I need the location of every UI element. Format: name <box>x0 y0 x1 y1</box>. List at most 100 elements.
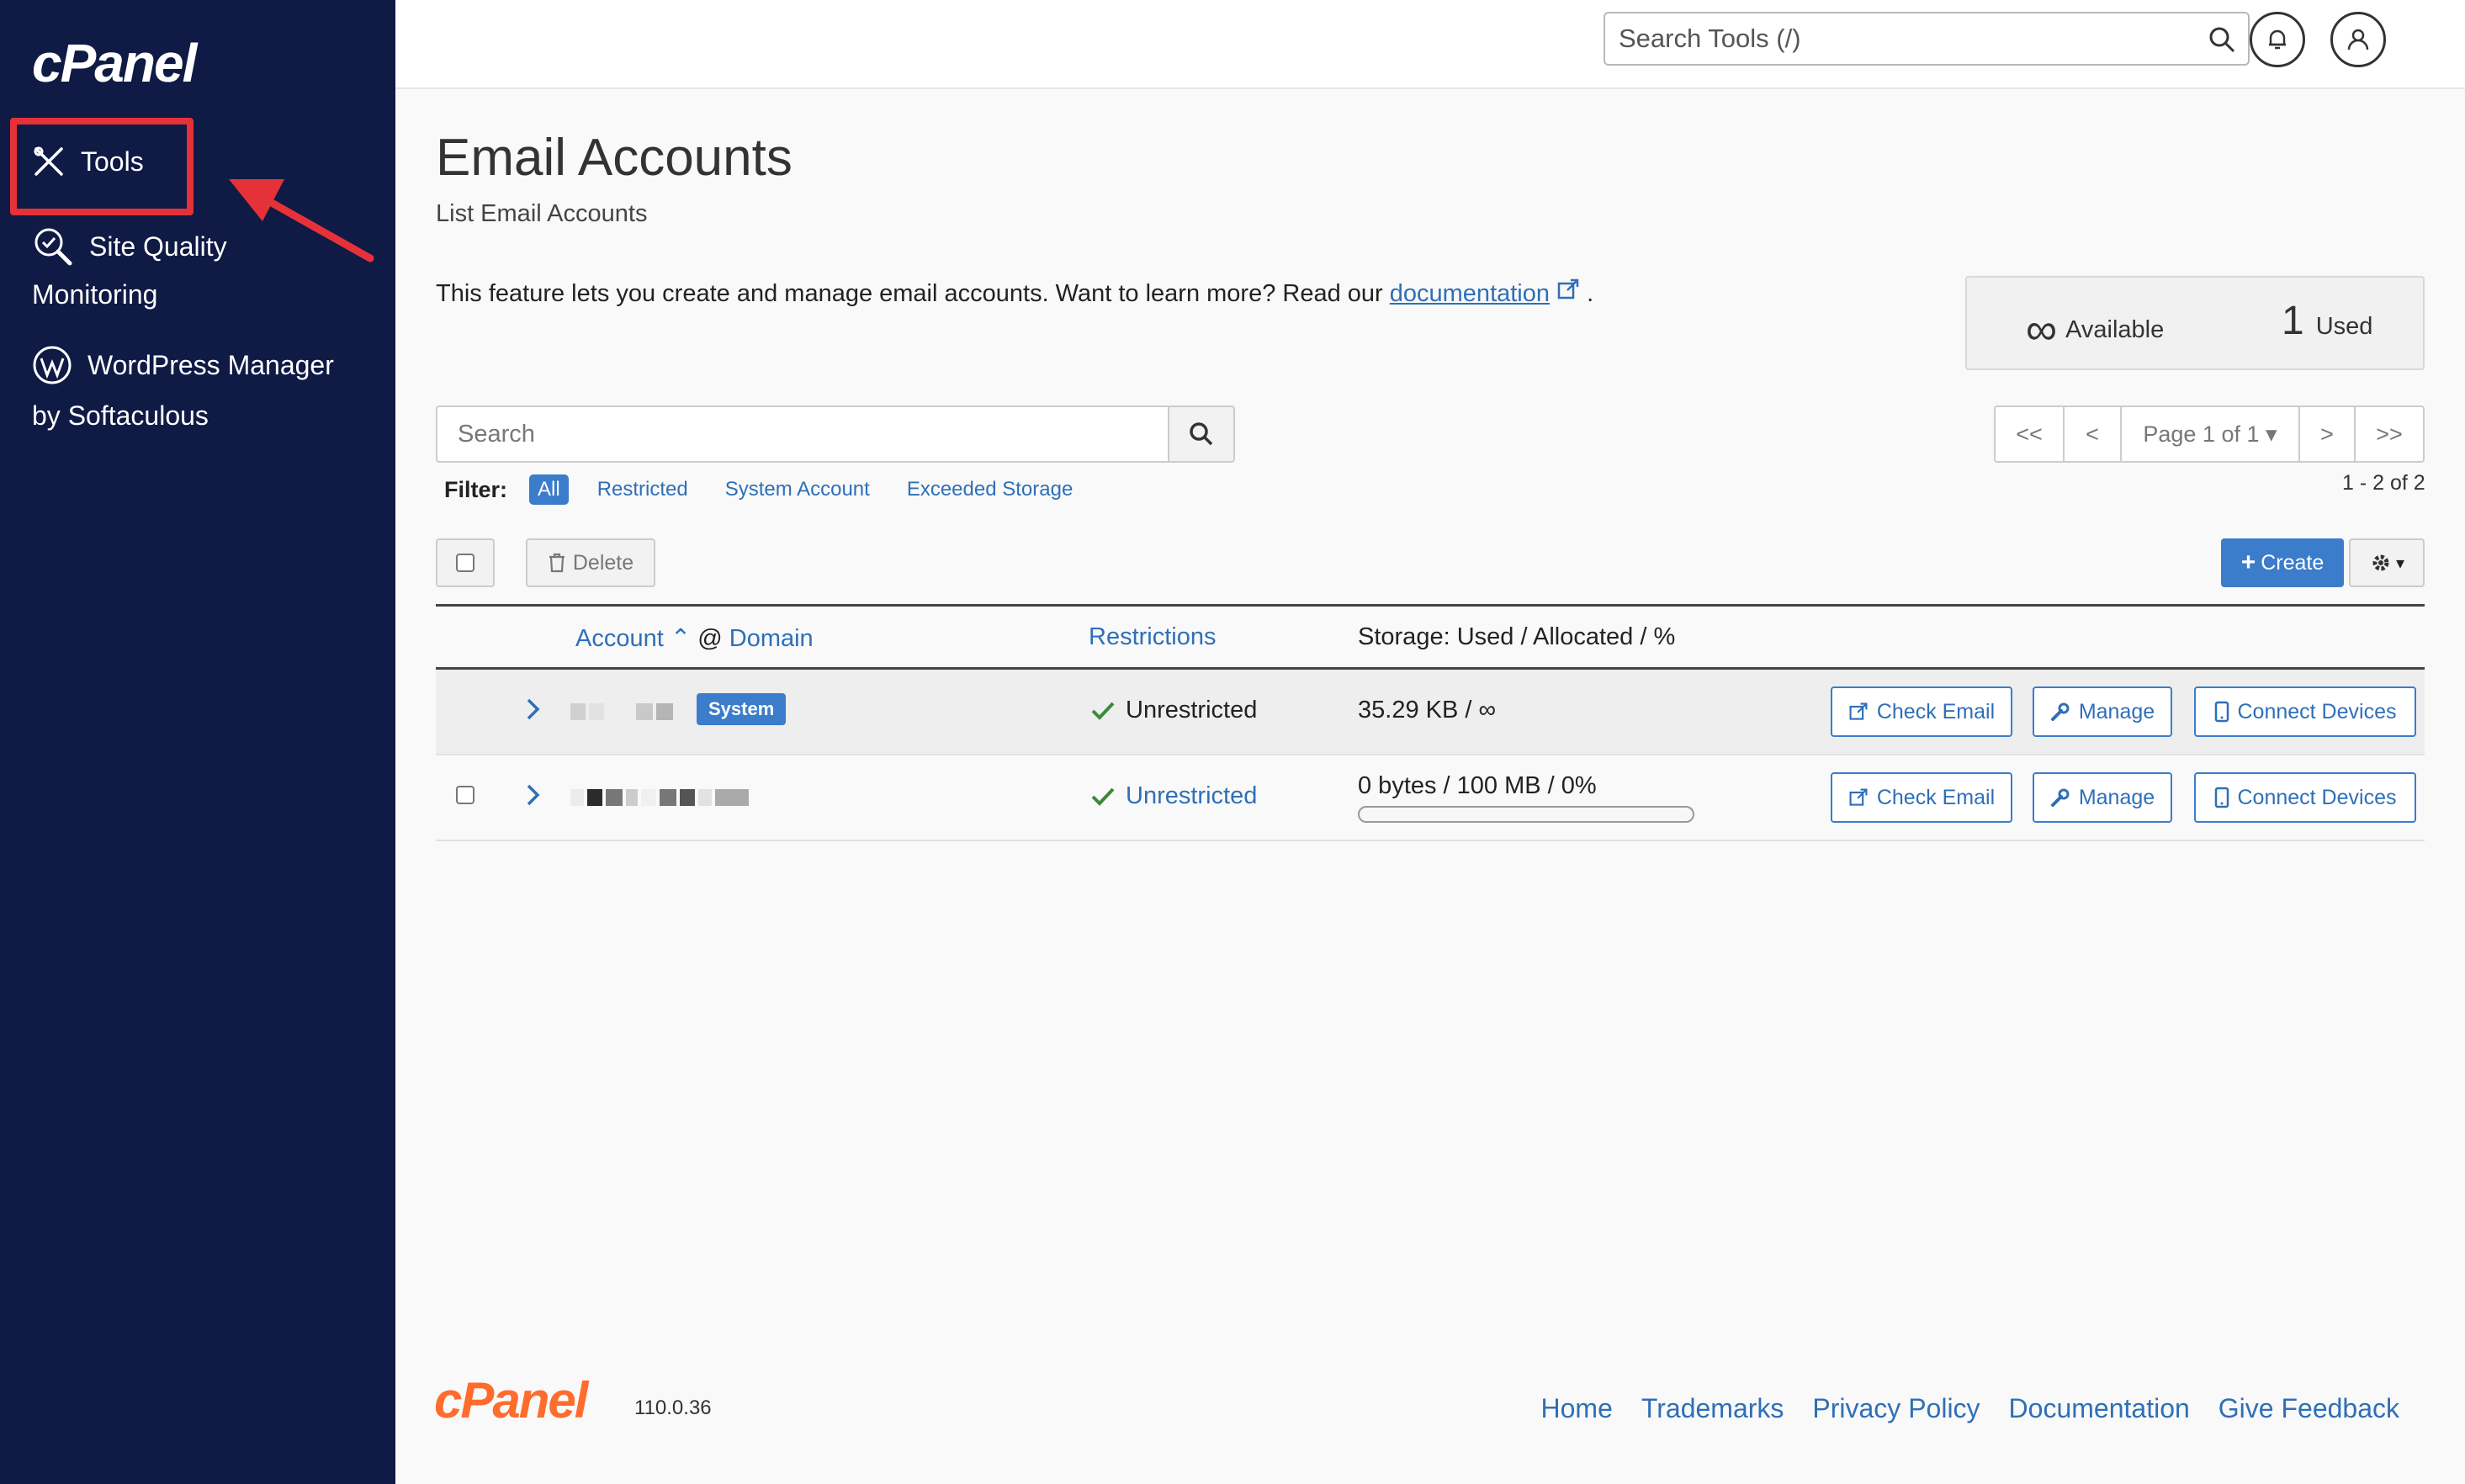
filter-label: Filter: <box>444 476 508 502</box>
footer-cpanel-logo[interactable]: cPanel <box>434 1371 588 1429</box>
available-stat: ∞ Available <box>2026 305 2164 355</box>
page-subtitle: List Email Accounts <box>436 200 648 227</box>
settings-dropdown-button[interactable]: ▾ <box>2349 538 2425 587</box>
redacted-account-name <box>570 703 676 720</box>
page-select[interactable]: Page 1 of 1 ▾ <box>2122 405 2300 463</box>
version-label: 110.0.36 <box>634 1397 712 1419</box>
search-tools-input[interactable]: Search Tools (/) <box>1604 12 2250 66</box>
manage-label: Manage <box>2078 785 2155 809</box>
connect-devices-button[interactable]: Connect Devices <box>2194 772 2416 823</box>
select-all-checkbox[interactable] <box>456 554 474 572</box>
system-badge: System <box>697 693 787 725</box>
table-header: Account ⌃ @ Domain Restrictions Storage:… <box>436 604 2425 670</box>
search-icon <box>1190 422 1213 446</box>
used-stat: 1 Used <box>2282 298 2372 344</box>
create-label: Create <box>2261 550 2325 575</box>
sidebar-item-tools[interactable]: Tools <box>32 145 144 178</box>
table-row: System Unrestricted 35.29 KB / ∞ Check E… <box>436 670 2425 755</box>
filter-bar: Filter: All Restricted System Account Ex… <box>444 474 1110 505</box>
trash-icon <box>549 553 565 573</box>
restriction-text: Unrestricted <box>1126 697 1258 723</box>
manage-button[interactable]: Manage <box>2033 772 2172 823</box>
sidebar-item-wordpress[interactable]: WordPress Manager <box>32 345 334 385</box>
cpanel-logo[interactable]: cPanel <box>32 32 197 94</box>
pagination: << < Page 1 of 1 ▾ > >> <box>1994 405 2425 463</box>
footer-link-documentation[interactable]: Documentation <box>2009 1393 2190 1424</box>
annotation-arrow-icon <box>229 179 374 262</box>
sidebar-item-label: Site Quality <box>89 231 227 262</box>
connect-devices-label: Connect Devices <box>2237 785 2397 809</box>
magnifier-check-icon <box>34 228 72 266</box>
feature-text: This feature lets you create and manage … <box>436 280 1383 307</box>
filter-all[interactable]: All <box>529 474 569 505</box>
row-checkbox[interactable] <box>456 786 474 804</box>
chevron-right-icon[interactable] <box>525 695 542 723</box>
connect-devices-label: Connect Devices <box>2237 699 2397 723</box>
sort-restrictions-link[interactable]: Restrictions <box>1089 623 1217 651</box>
check-email-label: Check Email <box>1876 699 1996 723</box>
stats-panel: ∞ Available 1 Used <box>1965 276 2425 370</box>
external-link-icon <box>1557 278 1579 299</box>
notifications-button[interactable] <box>2250 12 2305 67</box>
check-icon <box>1091 787 1115 806</box>
restriction-link[interactable]: Unrestricted <box>1126 782 1257 810</box>
filter-exceeded-storage[interactable]: Exceeded Storage <box>907 478 1073 501</box>
filter-system-account[interactable]: System Account <box>725 478 870 501</box>
user-icon <box>2347 29 2369 50</box>
gear-icon <box>2372 554 2389 571</box>
connect-devices-button[interactable]: Connect Devices <box>2194 686 2416 737</box>
at-symbol: @ <box>697 625 723 652</box>
infinity-icon: ∞ <box>2026 305 2058 354</box>
user-menu-button[interactable] <box>2330 12 2386 67</box>
mobile-icon <box>2214 701 2229 723</box>
sort-percent-link[interactable]: % <box>1654 623 1676 650</box>
sidebar-item-label: Tools <box>81 146 144 177</box>
last-page-button[interactable]: >> <box>2356 405 2425 463</box>
wrench-icon <box>2050 788 2070 807</box>
page-label: Page 1 of 1 <box>2143 421 2260 447</box>
footer-link-feedback[interactable]: Give Feedback <box>2218 1393 2399 1424</box>
footer-link-home[interactable]: Home <box>1541 1393 1613 1424</box>
documentation-link[interactable]: documentation <box>1390 280 1550 307</box>
select-all-button[interactable] <box>436 538 495 587</box>
filter-restricted[interactable]: Restricted <box>597 478 688 501</box>
wordpress-icon <box>33 346 72 384</box>
external-link-icon <box>1849 788 1868 806</box>
next-page-button[interactable]: > <box>2300 405 2356 463</box>
chevron-right-icon[interactable] <box>525 781 542 809</box>
search-icon[interactable] <box>2208 25 2236 54</box>
used-label: Used <box>2315 313 2373 340</box>
account-search-button[interactable] <box>1168 405 1235 463</box>
restriction-status[interactable]: Unrestricted <box>1090 782 1257 810</box>
mobile-icon <box>2214 787 2229 808</box>
create-button[interactable]: + Create <box>2221 538 2344 587</box>
bell-icon <box>2269 29 2286 50</box>
check-icon <box>1091 702 1115 720</box>
sort-domain-link[interactable]: Domain <box>729 625 814 652</box>
account-search-input[interactable]: Search <box>436 405 1168 463</box>
footer-link-privacy[interactable]: Privacy Policy <box>1812 1393 1980 1424</box>
redacted-account-name <box>570 789 752 806</box>
sort-allocated-link[interactable]: Allocated <box>1533 623 1633 650</box>
caret-down-icon: ▾ <box>2395 554 2405 573</box>
footer-link-trademarks[interactable]: Trademarks <box>1641 1393 1784 1424</box>
storage-value: 35.29 KB / ∞ <box>1358 697 1497 723</box>
feature-description: This feature lets you create and manage … <box>436 278 1593 308</box>
sidebar-item-label-line2[interactable]: Monitoring <box>32 279 157 310</box>
prev-page-button[interactable]: < <box>2065 405 2122 463</box>
sidebar-item-label-line2[interactable]: by Softaculous <box>32 400 209 432</box>
manage-button[interactable]: Manage <box>2033 686 2172 737</box>
footer-links: Home Trademarks Privacy Policy Documenta… <box>1513 1393 2399 1424</box>
sidebar-item-site-quality[interactable]: Site Quality <box>32 225 227 268</box>
first-page-button[interactable]: << <box>1994 405 2065 463</box>
check-email-button[interactable]: Check Email <box>1831 772 2012 823</box>
delete-button[interactable]: Delete <box>526 538 655 587</box>
check-email-button[interactable]: Check Email <box>1831 686 2012 737</box>
sort-used-link[interactable]: Used <box>1457 623 1514 650</box>
topbar: Search Tools (/) <box>395 0 2465 89</box>
caret-down-icon: ▾ <box>2266 421 2277 447</box>
restriction-status: Unrestricted <box>1090 697 1257 724</box>
available-label: Available <box>2065 315 2165 343</box>
sort-account-link[interactable]: Account <box>575 625 664 652</box>
table-row: Unrestricted 0 bytes / 100 MB / 0% Check… <box>436 755 2425 841</box>
